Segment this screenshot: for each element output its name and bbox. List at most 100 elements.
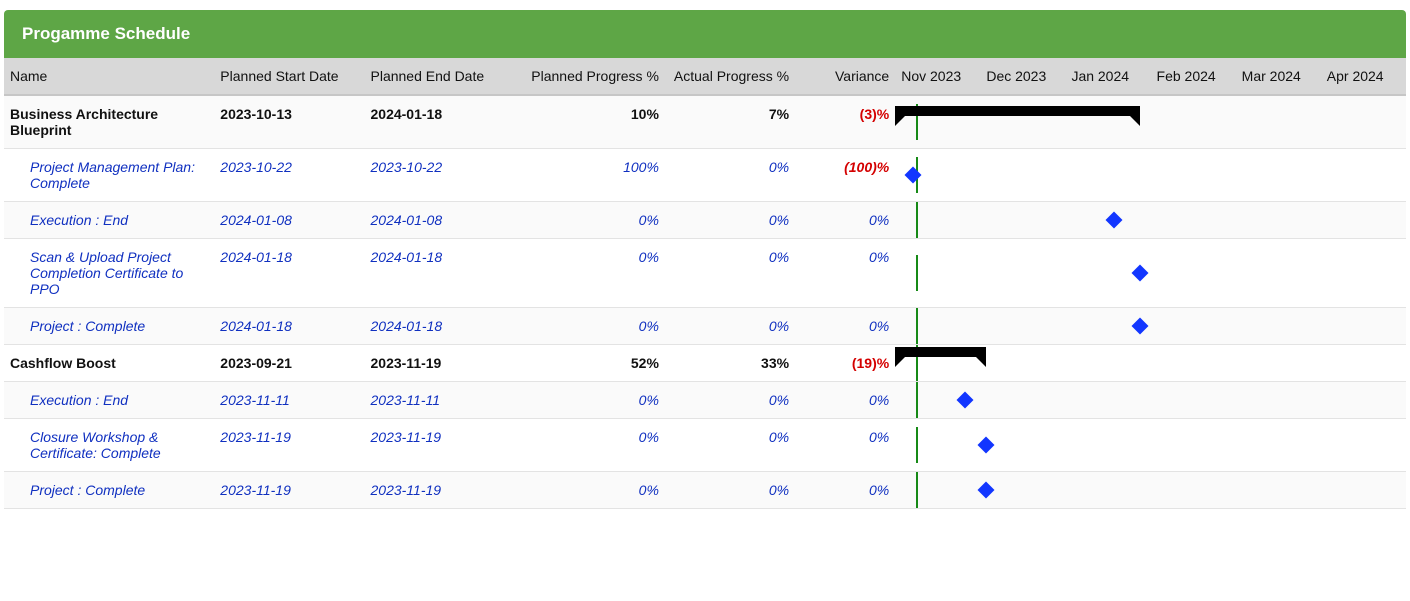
milestone-icon[interactable]	[977, 437, 994, 454]
cell-variance: 0%	[795, 382, 895, 419]
cell-variance: 0%	[795, 472, 895, 509]
cell-planned-progress: 0%	[515, 202, 665, 239]
cell-variance: (100)%	[795, 149, 895, 202]
cell-variance: (3)%	[795, 95, 895, 149]
cell-variance: 0%	[795, 419, 895, 472]
cell-name: Cashflow Boost	[4, 345, 214, 382]
cell-actual-progress: 0%	[665, 308, 795, 345]
col-planned-progress[interactable]: Planned Progress %	[515, 58, 665, 95]
cell-planned-start: 2023-10-22	[214, 149, 364, 202]
today-line	[916, 427, 918, 463]
gantt-cell	[895, 239, 1406, 308]
cell-planned-progress: 10%	[515, 95, 665, 149]
summary-bar-cap-icon	[976, 357, 986, 367]
cell-planned-progress: 0%	[515, 472, 665, 509]
cell-name: Project Management Plan: Complete	[4, 149, 214, 202]
milestone-icon[interactable]	[1132, 265, 1149, 282]
cell-planned-start: 2024-01-08	[214, 202, 364, 239]
cell-planned-progress: 0%	[515, 382, 665, 419]
column-header-row: Name Planned Start Date Planned End Date…	[4, 58, 1406, 95]
cell-actual-progress: 0%	[665, 382, 795, 419]
cell-actual-progress: 7%	[665, 95, 795, 149]
milestone-icon[interactable]	[977, 482, 994, 499]
cell-actual-progress: 0%	[665, 472, 795, 509]
gantt-cell	[895, 472, 1406, 509]
col-variance[interactable]: Variance	[795, 58, 895, 95]
table-row[interactable]: Project : Complete2023-11-192023-11-190%…	[4, 472, 1406, 509]
col-month: Feb 2024	[1151, 58, 1236, 95]
milestone-icon[interactable]	[905, 167, 922, 184]
gantt-cell	[895, 95, 1406, 149]
cell-planned-end: 2024-01-18	[365, 308, 515, 345]
gantt-cell	[895, 419, 1406, 472]
gantt-cell	[895, 308, 1406, 345]
panel-title: Progamme Schedule	[4, 10, 1406, 58]
cell-planned-end: 2023-11-19	[365, 345, 515, 382]
table-row[interactable]: Execution : End2024-01-082024-01-080%0%0…	[4, 202, 1406, 239]
col-actual-progress[interactable]: Actual Progress %	[665, 58, 795, 95]
cell-actual-progress: 0%	[665, 149, 795, 202]
cell-name: Execution : End	[4, 202, 214, 239]
table-row[interactable]: Cashflow Boost2023-09-212023-11-1952%33%…	[4, 345, 1406, 382]
summary-bar[interactable]	[895, 106, 1140, 116]
today-line	[916, 202, 918, 238]
col-planned-start[interactable]: Planned Start Date	[214, 58, 364, 95]
cell-actual-progress: 0%	[665, 419, 795, 472]
gantt-cell	[895, 202, 1406, 239]
today-line	[916, 308, 918, 344]
summary-bar-cap-icon	[895, 357, 905, 367]
milestone-icon[interactable]	[1106, 212, 1123, 229]
schedule-table: Name Planned Start Date Planned End Date…	[4, 58, 1406, 509]
cell-planned-start: 2024-01-18	[214, 239, 364, 308]
table-row[interactable]: Execution : End2023-11-112023-11-110%0%0…	[4, 382, 1406, 419]
cell-planned-progress: 100%	[515, 149, 665, 202]
cell-planned-end: 2023-11-19	[365, 419, 515, 472]
today-line	[916, 382, 918, 418]
col-name[interactable]: Name	[4, 58, 214, 95]
cell-planned-progress: 0%	[515, 419, 665, 472]
today-line	[916, 255, 918, 291]
cell-planned-progress: 52%	[515, 345, 665, 382]
cell-planned-start: 2024-01-18	[214, 308, 364, 345]
table-row[interactable]: Project Management Plan: Complete2023-10…	[4, 149, 1406, 202]
cell-variance: (19)%	[795, 345, 895, 382]
summary-bar-cap-icon	[1130, 116, 1140, 126]
cell-planned-start: 2023-09-21	[214, 345, 364, 382]
table-row[interactable]: Project : Complete2024-01-182024-01-180%…	[4, 308, 1406, 345]
cell-planned-end: 2024-01-08	[365, 202, 515, 239]
cell-planned-progress: 0%	[515, 239, 665, 308]
cell-planned-end: 2023-10-22	[365, 149, 515, 202]
cell-planned-progress: 0%	[515, 308, 665, 345]
col-month: Apr 2024	[1321, 58, 1406, 95]
cell-actual-progress: 0%	[665, 202, 795, 239]
col-month: Nov 2023	[895, 58, 980, 95]
gantt-cell	[895, 382, 1406, 419]
cell-planned-end: 2024-01-18	[365, 95, 515, 149]
gantt-cell	[895, 345, 1406, 382]
cell-variance: 0%	[795, 202, 895, 239]
today-line	[916, 472, 918, 508]
summary-bar-cap-icon	[895, 116, 905, 126]
cell-planned-end: 2023-11-19	[365, 472, 515, 509]
milestone-icon[interactable]	[956, 392, 973, 409]
table-row[interactable]: Business Architecture Blueprint2023-10-1…	[4, 95, 1406, 149]
cell-name: Scan & Upload Project Completion Certifi…	[4, 239, 214, 308]
cell-name: Project : Complete	[4, 472, 214, 509]
cell-planned-end: 2023-11-11	[365, 382, 515, 419]
cell-name: Business Architecture Blueprint	[4, 95, 214, 149]
cell-actual-progress: 33%	[665, 345, 795, 382]
cell-name: Closure Workshop & Certificate: Complete	[4, 419, 214, 472]
cell-variance: 0%	[795, 239, 895, 308]
cell-name: Execution : End	[4, 382, 214, 419]
col-month: Mar 2024	[1236, 58, 1321, 95]
summary-bar[interactable]	[895, 347, 985, 357]
cell-planned-start: 2023-10-13	[214, 95, 364, 149]
cell-actual-progress: 0%	[665, 239, 795, 308]
milestone-icon[interactable]	[1132, 318, 1149, 335]
table-row[interactable]: Scan & Upload Project Completion Certifi…	[4, 239, 1406, 308]
cell-variance: 0%	[795, 308, 895, 345]
col-planned-end[interactable]: Planned End Date	[365, 58, 515, 95]
cell-name: Project : Complete	[4, 308, 214, 345]
cell-planned-start: 2023-11-11	[214, 382, 364, 419]
table-row[interactable]: Closure Workshop & Certificate: Complete…	[4, 419, 1406, 472]
